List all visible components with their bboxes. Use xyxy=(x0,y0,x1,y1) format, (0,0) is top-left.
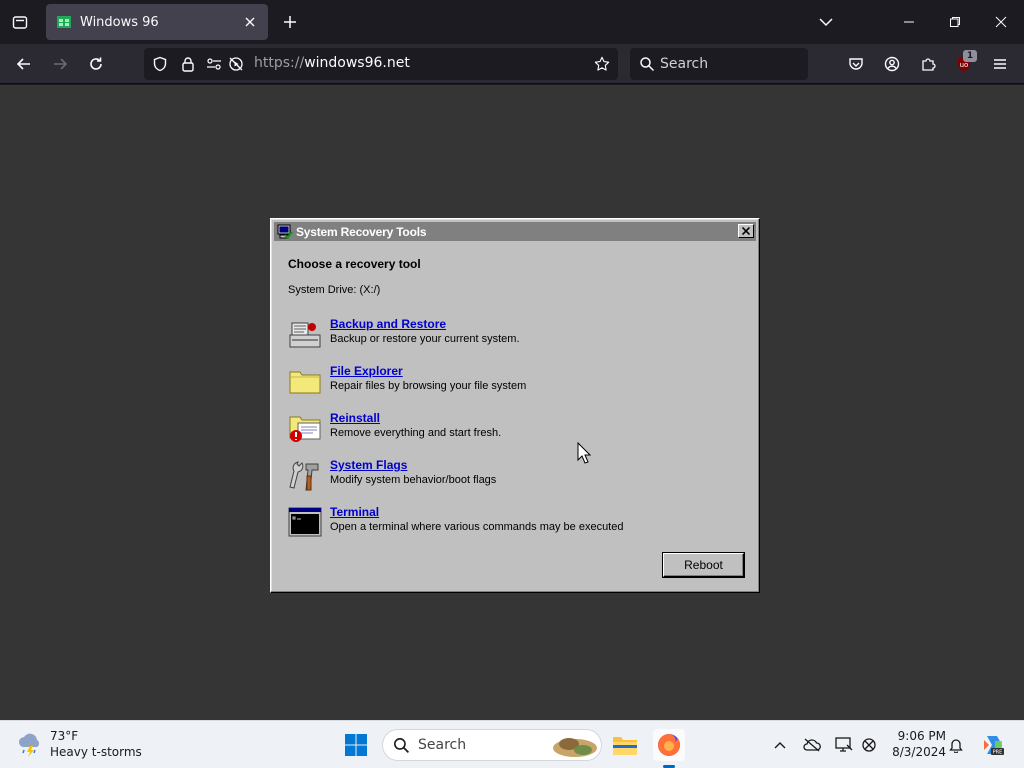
tab-list-icon[interactable] xyxy=(6,8,34,36)
url-host: windows96.net xyxy=(304,55,410,71)
search-highlight-image-icon xyxy=(553,738,597,757)
browser-tab-bar: Windows 96 xyxy=(0,0,1024,44)
browser-search-box[interactable]: Search xyxy=(630,48,808,80)
taskbar-search-box[interactable]: Search xyxy=(382,729,602,761)
onedrive-offline-icon[interactable] xyxy=(801,734,823,756)
backup-restore-link[interactable]: Backup and Restore xyxy=(330,317,446,331)
system-flags-desc: Modify system behavior/boot flags xyxy=(330,474,497,486)
minimize-icon[interactable] xyxy=(897,10,921,34)
file-explorer-link[interactable]: File Explorer xyxy=(330,364,403,378)
dialog-close-icon[interactable] xyxy=(738,224,754,238)
backup-drive-icon[interactable] xyxy=(288,317,322,351)
weather-description: Heavy t-storms xyxy=(50,745,142,759)
tab-windows96[interactable]: Windows 96 xyxy=(46,4,268,40)
browser-nav-bar: https://windows96.net Search uo xyxy=(0,44,1024,84)
network-no-internet-icon[interactable] xyxy=(858,734,880,756)
windows96-favicon-icon xyxy=(57,16,71,28)
terminal-desc: Open a terminal where various commands m… xyxy=(330,521,624,533)
svg-text:PRE: PRE xyxy=(993,750,1003,756)
back-arrow-icon[interactable] xyxy=(12,52,36,76)
show-hidden-icons-chevron-icon[interactable] xyxy=(769,734,791,756)
tool-file-explorer: File Explorer Repair files by browsing y… xyxy=(288,364,728,400)
taskbar-clock-date[interactable]: 8/3/2024 xyxy=(886,745,946,759)
account-icon[interactable] xyxy=(880,52,904,76)
taskbar-file-explorer-icon[interactable] xyxy=(609,729,641,761)
thunderstorm-weather-icon[interactable] xyxy=(16,731,44,759)
tool-backup-restore: Backup and Restore Backup or restore you… xyxy=(288,317,728,353)
reinstall-link[interactable]: Reinstall xyxy=(330,411,380,425)
autoplay-blocked-icon[interactable] xyxy=(228,56,244,72)
tools-wrench-hammer-icon[interactable] xyxy=(288,458,322,492)
search-placeholder: Search xyxy=(660,56,709,72)
reinstall-desc: Remove everything and start fresh. xyxy=(330,427,502,439)
folder-icon[interactable] xyxy=(288,364,322,398)
new-tab-plus-icon[interactable] xyxy=(278,10,302,34)
terminal-link[interactable]: Terminal xyxy=(330,505,379,519)
display-monitor-icon[interactable] xyxy=(833,734,855,756)
tool-system-flags: System Flags Modify system behavior/boot… xyxy=(288,458,728,494)
backup-restore-desc: Backup or restore your current system. xyxy=(330,333,520,345)
taskbar-search-icon xyxy=(394,738,410,754)
taskbar-clock-time[interactable]: 9:06 PM xyxy=(886,729,946,743)
system-recovery-dialog: System Recovery Tools Choose a recovery … xyxy=(270,218,760,593)
tool-reinstall: Reinstall Remove everything and start fr… xyxy=(288,411,728,447)
taskbar-search-placeholder: Search xyxy=(418,737,467,753)
extensions-puzzle-icon[interactable] xyxy=(916,52,940,76)
reboot-button[interactable]: Reboot xyxy=(663,553,744,577)
forward-arrow-icon[interactable] xyxy=(48,52,72,76)
svg-text:uo: uo xyxy=(960,61,969,69)
url-scheme: https:// xyxy=(254,55,305,71)
close-window-icon[interactable] xyxy=(989,10,1013,34)
search-icon xyxy=(640,57,655,72)
windows-taskbar: 73°F Heavy t-storms Search 9:06 PM 8/3/2… xyxy=(0,720,1024,768)
tool-terminal: Terminal Open a terminal where various c… xyxy=(288,505,728,541)
windows-start-icon[interactable] xyxy=(344,733,368,757)
restore-icon[interactable] xyxy=(943,10,967,34)
terminal-icon[interactable] xyxy=(288,505,322,539)
file-explorer-desc: Repair files by browsing your file syste… xyxy=(330,380,527,392)
copilot-preview-icon[interactable]: PRE xyxy=(980,732,1006,758)
weather-temperature: 73°F xyxy=(50,729,79,743)
reload-icon[interactable] xyxy=(84,52,108,76)
shield-icon[interactable] xyxy=(152,56,168,72)
reinstall-folder-warning-icon[interactable] xyxy=(288,411,322,445)
dialog-titlebar[interactable]: System Recovery Tools xyxy=(274,222,756,241)
extension-badge: 1 xyxy=(963,50,977,62)
system-flags-link[interactable]: System Flags xyxy=(330,458,407,472)
computer-check-icon xyxy=(277,224,293,239)
tab-close-icon[interactable] xyxy=(242,14,258,30)
dialog-title: System Recovery Tools xyxy=(296,224,427,239)
url-text[interactable]: https://windows96.net xyxy=(254,55,410,71)
bookmark-star-icon[interactable] xyxy=(594,56,610,72)
mouse-cursor-icon xyxy=(577,442,591,464)
tab-title: Windows 96 xyxy=(80,14,159,30)
dialog-heading: Choose a recovery tool xyxy=(288,257,421,271)
notification-bell-icon[interactable] xyxy=(945,734,967,756)
pocket-icon[interactable] xyxy=(844,52,868,76)
list-all-tabs-chevron-icon[interactable] xyxy=(814,10,838,34)
url-bar[interactable]: https://windows96.net xyxy=(144,48,618,80)
permissions-icon[interactable] xyxy=(206,56,222,72)
menu-hamburger-icon[interactable] xyxy=(988,52,1012,76)
taskbar-firefox-icon[interactable] xyxy=(653,729,685,761)
lock-icon[interactable] xyxy=(180,56,196,72)
system-drive-label: System Drive: (X:/) xyxy=(288,284,381,296)
